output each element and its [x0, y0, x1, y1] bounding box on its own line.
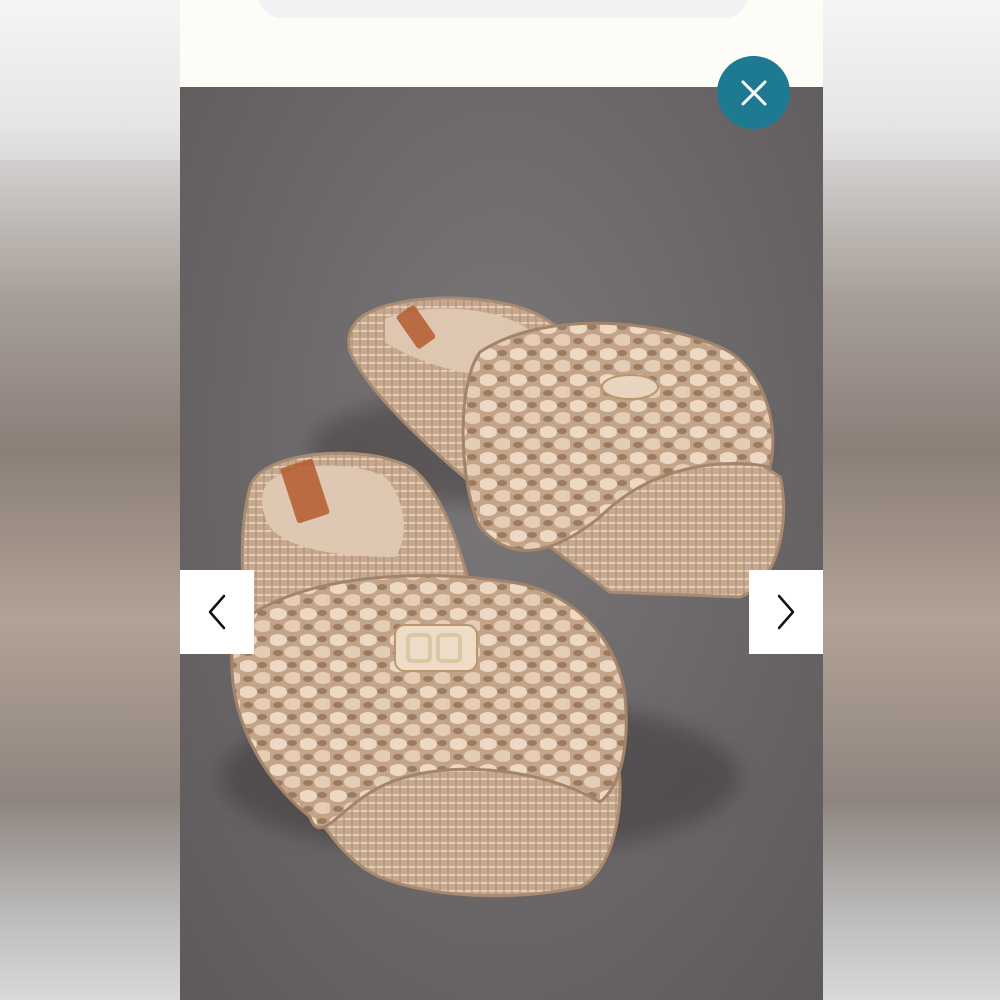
previous-image-button[interactable] — [180, 570, 254, 654]
sandal-illustration — [220, 296, 786, 898]
close-button[interactable] — [717, 56, 790, 129]
blurred-backdrop-right — [820, 0, 1000, 1000]
chevron-right-icon — [777, 594, 795, 630]
close-icon — [741, 80, 766, 105]
blurred-backdrop-left — [0, 0, 180, 1000]
mobile-screen — [180, 0, 823, 1000]
chevron-left-icon — [208, 594, 226, 630]
product-image — [180, 87, 823, 1000]
screenshot-stage — [0, 0, 1000, 1000]
search-bar[interactable] — [258, 0, 748, 18]
next-image-button[interactable] — [749, 570, 823, 654]
